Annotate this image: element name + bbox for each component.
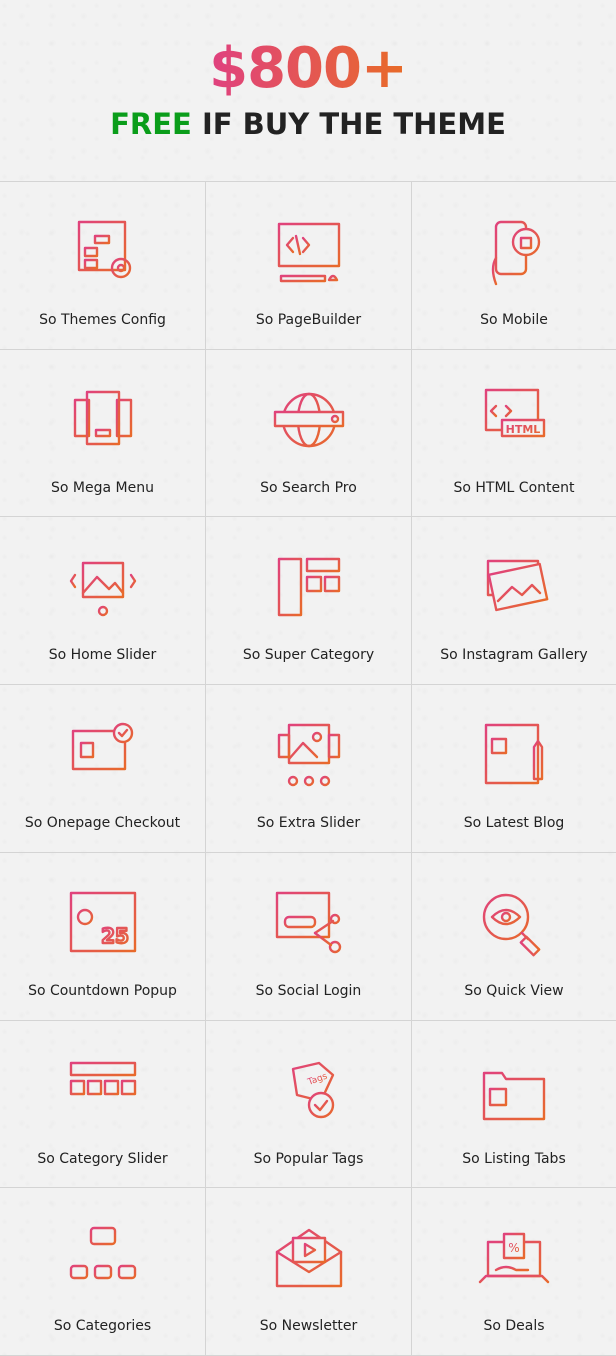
- mobile-shopping-icon: [476, 218, 552, 288]
- module-label: So Mobile: [480, 312, 548, 328]
- module-cell: So Search Pro: [206, 349, 412, 518]
- social-login-icon: [271, 889, 347, 959]
- folder-tabs-icon: [476, 1057, 552, 1127]
- category-slider-icon: [65, 1057, 141, 1127]
- module-label: So Home Slider: [48, 647, 157, 664]
- image-slider-icon: [65, 553, 141, 623]
- module-cell: So Onepage Checkout: [0, 685, 206, 853]
- module-cell: So Newsletter: [206, 1188, 412, 1356]
- module-label: So PageBuilder: [255, 312, 362, 328]
- photo-stack-icon: [476, 553, 552, 623]
- module-label: So Super Category: [242, 647, 375, 664]
- checkout-monitor-icon: [65, 721, 141, 791]
- module-cell: So Mobile: [412, 182, 616, 350]
- module-label: So Mega Menu: [51, 479, 154, 496]
- globe-search-icon: [271, 386, 347, 456]
- module-label: So Latest Blog: [463, 815, 565, 832]
- module-label: So Newsletter: [259, 1318, 358, 1335]
- module-cell: So Quick View: [412, 853, 616, 1021]
- module-cell: % So Deals: [412, 1188, 616, 1356]
- laptop-deals-icon: %: [476, 1224, 552, 1294]
- module-label: So Instagram Gallery: [440, 647, 588, 664]
- module-cell: 25 So Countdown Popup: [0, 852, 206, 1021]
- module-cell: So Mega Menu: [0, 349, 206, 518]
- module-label: So Quick View: [464, 982, 564, 999]
- settings-window-icon: [65, 218, 141, 288]
- subheading-rest: IF BUY THE THEME: [191, 107, 506, 141]
- module-cell: So Listing Tabs: [412, 1021, 616, 1189]
- header: $800+ FREE IF BUY THE THEME: [0, 0, 616, 181]
- module-cell: Tags So Popular Tags: [206, 1020, 412, 1189]
- module-cell: So Extra Slider: [206, 685, 412, 853]
- layout-grid-icon: [271, 553, 347, 623]
- module-cell: HTML So HTML Content: [412, 350, 616, 518]
- module-cell: So PageBuilder: [206, 182, 412, 350]
- module-label: So Categories: [53, 1318, 152, 1335]
- module-label: So Onepage Checkout: [24, 815, 181, 832]
- free-text: FREE: [110, 107, 192, 141]
- module-label: So Extra Slider: [256, 815, 361, 832]
- module-label: So Search Pro: [260, 479, 357, 496]
- svg-text:Tags: Tags: [305, 1071, 328, 1088]
- price-heading: $800+: [0, 36, 616, 102]
- module-label: So Deals: [483, 1318, 545, 1335]
- hierarchy-icon: [65, 1224, 141, 1294]
- svg-text:HTML: HTML: [506, 423, 541, 436]
- module-label: So Popular Tags: [253, 1150, 364, 1167]
- module-cell: So Latest Blog: [412, 685, 616, 853]
- module-cell: So Category Slider: [0, 1020, 206, 1189]
- newsletter-envelope-icon: [271, 1224, 347, 1294]
- module-cell: So Super Category: [206, 517, 412, 686]
- code-monitor-icon: [271, 218, 347, 288]
- subheading: FREE IF BUY THE THEME: [0, 106, 616, 142]
- module-cell: So Themes Config: [0, 182, 206, 350]
- module-label: So Themes Config: [39, 312, 166, 328]
- module-cell: So Social Login: [206, 852, 412, 1021]
- module-label: So Category Slider: [37, 1150, 168, 1167]
- module-label: So Listing Tabs: [462, 1150, 566, 1167]
- module-label: So HTML Content: [453, 479, 575, 496]
- module-cell: So Home Slider: [0, 517, 206, 686]
- slider-cart-icon: [271, 721, 347, 791]
- tags-icon: Tags: [271, 1057, 347, 1127]
- modules-grid: So Themes Config So PageBuilder So Mobile S…: [0, 181, 616, 1356]
- eye-magnifier-icon: [476, 889, 552, 959]
- countdown-calendar-icon: 25: [65, 889, 141, 959]
- blog-page-icon: [476, 721, 552, 791]
- module-cell: So Instagram Gallery: [412, 517, 616, 686]
- html-window-icon: HTML: [476, 386, 552, 456]
- svg-text:25: 25: [101, 924, 129, 948]
- module-cell: So Categories: [0, 1188, 206, 1356]
- mega-menu-icon: [65, 386, 141, 456]
- module-label: So Countdown Popup: [28, 982, 177, 999]
- module-label: So Social Login: [255, 982, 362, 999]
- svg-text:%: %: [508, 1241, 519, 1255]
